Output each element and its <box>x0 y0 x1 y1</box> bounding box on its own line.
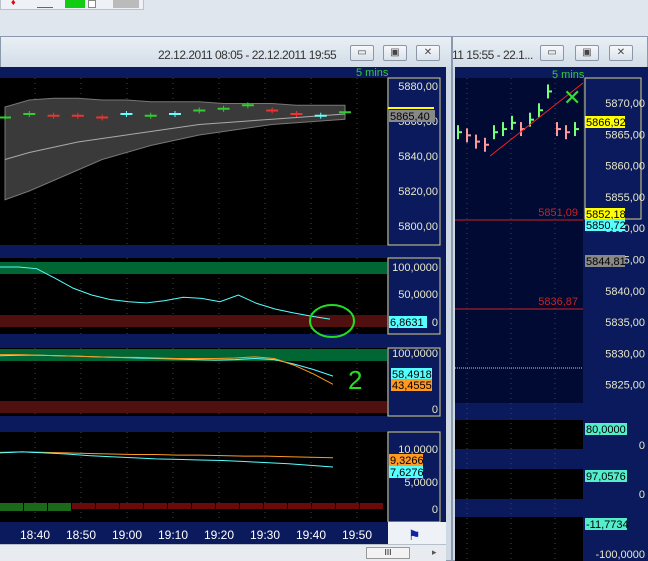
panel-tag: 97,0576 <box>586 471 626 483</box>
panel-bg <box>455 420 583 449</box>
price-axis-label: 5870,00 <box>605 98 645 110</box>
osc3-tag-a: 9,3266 <box>390 455 424 467</box>
histogram-bar <box>336 503 359 509</box>
price-axis-label: 5840,00 <box>398 151 438 163</box>
minimize-button[interactable]: ▭ <box>350 45 374 61</box>
osc2-tag-b: 43,4555 <box>392 380 432 392</box>
price-tag: 5865,40 <box>390 111 430 123</box>
histogram-bar <box>216 503 239 509</box>
osc1-axis-label: 100,0000 <box>392 262 438 274</box>
price-axis-label: 5865,00 <box>605 129 645 141</box>
price-axis-label: 5825,00 <box>605 380 645 392</box>
histogram-bar <box>288 503 311 509</box>
title-bar: 22.12.2011 08:05 - 22.12.2011 19:55 ▭ ▣ … <box>1 37 451 67</box>
osc3-axis-label: 0 <box>432 504 438 516</box>
histogram-bar <box>168 503 191 509</box>
time-label: 19:30 <box>250 528 280 542</box>
scroll-thumb[interactable]: III <box>366 547 410 559</box>
histogram-bar <box>144 503 167 509</box>
oversold-zone <box>0 401 387 413</box>
panel-tag: -11,7734 <box>586 519 629 531</box>
window-title: 11 15:55 - 22.1... <box>452 48 533 62</box>
panel-bg <box>455 517 583 561</box>
time-label: 19:50 <box>342 528 372 542</box>
maximize-button[interactable]: ▣ <box>575 45 599 61</box>
down-arrow-icon[interactable]: ♦ <box>11 0 16 7</box>
interval-label: 5 mins <box>356 67 389 79</box>
time-label: 18:50 <box>66 528 96 542</box>
histogram-bar <box>24 503 47 511</box>
time-label: 18:40 <box>20 528 50 542</box>
handwritten-annotation: 2 <box>348 365 362 395</box>
osc1-axis-label: 50,0000 <box>398 289 438 301</box>
title-bar: 11 15:55 - 22.1... ▭ ▣ ✕ <box>452 37 647 67</box>
price-tag: 5844,81 <box>586 256 626 268</box>
price-axis-label: 5835,00 <box>605 317 645 329</box>
price-axis-label: 5800,00 <box>398 221 438 233</box>
price-tag: 5850,72 <box>586 220 626 232</box>
osc1-tag: 6,8631 <box>390 317 424 329</box>
panel-bg <box>455 469 583 499</box>
minimize-button[interactable]: ▭ <box>540 45 564 61</box>
histogram-bar <box>72 503 95 509</box>
time-label: 19:10 <box>158 528 188 542</box>
dropdown-button[interactable] <box>88 0 96 8</box>
chart-icon[interactable] <box>37 0 53 8</box>
price-axis-label: 5860,00 <box>605 161 645 173</box>
toolbar: ♦ <box>0 0 144 10</box>
price-tag: 5866,92 <box>586 117 626 129</box>
close-button[interactable]: ✕ <box>416 45 440 61</box>
histogram-bar <box>120 503 143 509</box>
x-marker: ✕ <box>563 85 581 110</box>
level-label: 5851,09 <box>538 207 578 219</box>
price-axis-label: 5880,00 <box>398 81 438 93</box>
horizontal-scrollbar[interactable]: III ▸ <box>0 544 446 561</box>
histogram-bar <box>0 503 23 511</box>
histogram-bar <box>312 503 335 509</box>
osc2-axis-label: 100,0000 <box>392 348 438 360</box>
color-swatch-button[interactable] <box>65 0 85 8</box>
scroll-right-arrow[interactable]: ▸ <box>432 547 437 558</box>
panel-axis-label: 0 <box>639 489 645 501</box>
histogram-bar <box>264 503 287 509</box>
flag-icon: ⚑ <box>408 527 421 543</box>
oversold-zone <box>0 315 387 327</box>
histogram-bar <box>360 503 383 509</box>
panel-tag: 80,0000 <box>586 424 626 436</box>
panel-axis-label: 0 <box>639 440 645 452</box>
left-chart[interactable]: 5 mins5880,005860,005840,005820,005800,0… <box>0 67 446 545</box>
time-label: 19:40 <box>296 528 326 542</box>
histogram-bar <box>240 503 263 509</box>
panel-axis-label: -100,0000 <box>595 549 645 561</box>
price-axis-label: 5830,00 <box>605 348 645 360</box>
histogram-bar <box>96 503 119 509</box>
price-panel-bg <box>455 78 583 403</box>
interval-label: 5 mins <box>552 69 585 81</box>
level-label: 5836,87 <box>538 296 578 308</box>
osc2-axis-label: 0 <box>432 404 438 416</box>
time-label: 19:20 <box>204 528 234 542</box>
histogram-bar <box>192 503 215 509</box>
maximize-button[interactable]: ▣ <box>383 45 407 61</box>
histogram-bar <box>48 503 71 511</box>
osc1-axis-label: 0 <box>432 317 438 329</box>
layout-icons[interactable] <box>113 0 139 8</box>
price-axis-label: 5820,00 <box>398 186 438 198</box>
overbought-zone <box>0 262 387 274</box>
window-title: 22.12.2011 08:05 - 22.12.2011 19:55 <box>158 48 337 62</box>
price-axis-label: 5840,00 <box>605 286 645 298</box>
close-button[interactable]: ✕ <box>609 45 633 61</box>
price-axis-label: 5855,00 <box>605 192 645 204</box>
time-label: 19:00 <box>112 528 142 542</box>
osc3-tag-b: 7,6276 <box>390 467 424 479</box>
right-chart[interactable]: 5 mins ✕ 5851,09 5836,87 5870,00 5865,00 5860,… <box>455 67 648 561</box>
